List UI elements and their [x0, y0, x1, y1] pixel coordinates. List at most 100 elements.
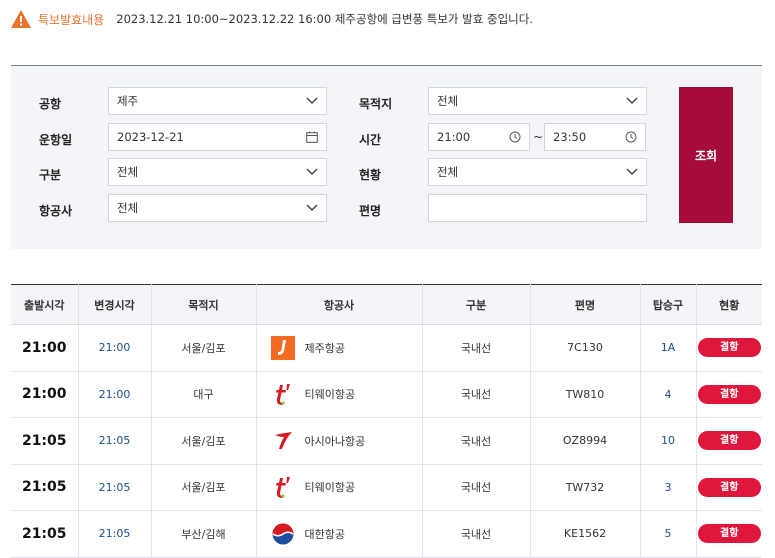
flight-type: 국내선 [422, 464, 531, 511]
type-label: 구분 [39, 168, 62, 182]
time-label: 시간 [359, 133, 382, 147]
status-cell: 결항 [696, 371, 762, 418]
airport-value: 제주 [117, 94, 139, 108]
changed-time: 21:00 [78, 324, 152, 372]
chevron-down-icon [626, 168, 638, 175]
alert-label: 특보발효내용 [38, 12, 105, 27]
type-select[interactable]: 전체 [108, 158, 327, 186]
airline-cell: 아시아나항공 [256, 417, 423, 465]
header-type[interactable]: 구분 [422, 284, 531, 325]
time-separator: ~ [533, 130, 544, 144]
date-value: 2023-12-21 [117, 130, 184, 144]
destination: 부산/김해 [151, 510, 257, 558]
airport-label: 공항 [39, 97, 62, 111]
status-cell: 결항 [696, 464, 762, 511]
table-row[interactable]: 21:00 21:00 대구 티웨이항공 국내선 TW810 4 결항 [11, 371, 762, 418]
gate: 4 [640, 371, 697, 418]
header-gate[interactable]: 탑승구 [640, 284, 697, 325]
header-airline[interactable]: 항공사 [256, 284, 423, 325]
departure-time: 21:05 [11, 464, 79, 511]
chevron-down-icon [626, 97, 638, 104]
flight-type: 국내선 [422, 510, 531, 558]
airline-cell: 티웨이항공 [256, 464, 423, 511]
flight-number: TW810 [530, 371, 641, 418]
table-header-row: 출발시각 변경시각 목적지 항공사 구분 편명 탑승구 현황 [11, 284, 762, 325]
time-from-field[interactable]: 21:00 [428, 123, 530, 151]
destination: 서울/김포 [151, 464, 257, 511]
time-to-value: 23:50 [553, 130, 587, 144]
changed-time: 21:05 [78, 464, 152, 511]
table-row[interactable]: 21:05 21:05 부산/김해 대한항공 국내선 KE1562 5 결항 [11, 510, 762, 558]
airline-name: 티웨이항공 [304, 481, 356, 495]
clock-icon[interactable] [509, 131, 521, 143]
status-badge: 결항 [697, 384, 761, 404]
time-from-value: 21:00 [437, 130, 471, 144]
airline-name: 제주항공 [304, 341, 345, 355]
status-select[interactable]: 전체 [428, 158, 647, 186]
gate: 10 [640, 417, 697, 465]
destination: 서울/김포 [151, 324, 257, 372]
clock-icon[interactable] [625, 131, 637, 143]
tway-logo-icon [275, 477, 290, 499]
time-to-field[interactable]: 23:50 [544, 123, 646, 151]
chevron-down-icon [306, 168, 318, 175]
flight-table: 출발시각 변경시각 목적지 항공사 구분 편명 탑승구 현황 21:00 21:… [11, 284, 762, 558]
date-label: 운항일 [39, 133, 73, 147]
warning-icon [11, 10, 31, 28]
flight-type: 국내선 [422, 371, 531, 418]
status-label: 현황 [359, 168, 382, 182]
status-value: 전체 [437, 165, 459, 179]
departure-time: 21:00 [11, 324, 79, 372]
airline-cell: 제주항공 [256, 324, 423, 372]
gate: 1A [640, 324, 697, 372]
header-destination[interactable]: 목적지 [151, 284, 257, 325]
departure-time: 21:05 [11, 417, 79, 465]
airline-select[interactable]: 전체 [108, 194, 327, 222]
header-status[interactable]: 현황 [696, 284, 762, 325]
header-changed-time[interactable]: 변경시각 [78, 284, 152, 325]
status-cell: 결항 [696, 417, 762, 465]
changed-time: 21:05 [78, 417, 152, 465]
airline-name: 티웨이항공 [304, 388, 356, 402]
search-button[interactable]: 조회 [679, 87, 733, 223]
gate: 3 [640, 464, 697, 511]
status-badge: 결항 [697, 431, 761, 451]
changed-time: 21:00 [78, 371, 152, 418]
table-row[interactable]: 21:00 21:00 서울/김포 제주항공 국내선 7C130 1A 결항 [11, 324, 762, 372]
flight-input[interactable] [428, 194, 647, 222]
flight-type: 국내선 [422, 324, 531, 372]
flight-number: TW732 [530, 464, 641, 511]
status-badge: 결항 [697, 524, 761, 544]
departure-time: 21:00 [11, 371, 79, 418]
flight-type: 국내선 [422, 417, 531, 465]
status-cell: 결항 [696, 324, 762, 372]
status-cell: 결항 [696, 510, 762, 558]
flight-label: 편명 [359, 204, 382, 218]
airline-name: 아시아나항공 [304, 434, 366, 448]
search-panel: 공항 제주 목적지 전체 운항일 2023-12-21 시간 21:00 ~ 2… [11, 65, 762, 249]
chevron-down-icon [306, 204, 318, 211]
changed-time: 21:05 [78, 510, 152, 558]
header-departure-time[interactable]: 출발시각 [11, 284, 79, 325]
table-row[interactable]: 21:05 21:05 서울/김포 티웨이항공 국내선 TW732 3 결항 [11, 464, 762, 511]
type-value: 전체 [117, 165, 139, 179]
departure-time: 21:05 [11, 510, 79, 558]
airline-label: 항공사 [39, 204, 73, 218]
koreanair-logo-icon [272, 523, 293, 545]
destination-select[interactable]: 전체 [428, 87, 647, 115]
flight-number: OZ8994 [530, 417, 641, 465]
airport-select[interactable]: 제주 [108, 87, 327, 115]
asiana-logo-icon [274, 431, 292, 449]
table-row[interactable]: 21:05 21:05 서울/김포 아시아나항공 국내선 OZ8994 10 결… [11, 417, 762, 465]
airline-value: 전체 [117, 201, 139, 215]
calendar-icon[interactable] [306, 131, 318, 143]
weather-alert: 특보발효내용 2023.12.21 10:00~2023.12.22 16:00… [10, 9, 533, 29]
flight-number: KE1562 [530, 510, 641, 558]
date-field[interactable]: 2023-12-21 [108, 123, 327, 151]
airline-cell: 대한항공 [256, 510, 423, 558]
flight-number: 7C130 [530, 324, 641, 372]
destination-value: 전체 [437, 94, 459, 108]
destination: 서울/김포 [151, 417, 257, 465]
alert-message: 2023.12.21 10:00~2023.12.22 16:00 제주공항에 … [116, 12, 533, 26]
header-flight[interactable]: 편명 [530, 284, 641, 325]
